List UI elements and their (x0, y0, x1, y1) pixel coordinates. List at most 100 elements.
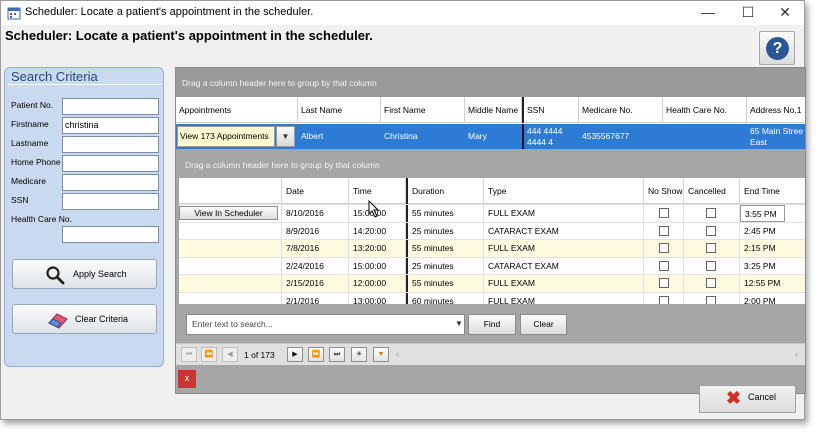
next-page-icon[interactable]: ▶ (287, 347, 303, 362)
cancelled-checkbox[interactable] (706, 225, 716, 236)
column-header-medicare-no[interactable]: Medicare No. (579, 97, 663, 123)
detail-group-by-hint[interactable]: Drag a column header here to group by th… (185, 160, 380, 170)
find-button[interactable]: Find (468, 314, 516, 335)
appointment-row[interactable]: View In Scheduler 8/10/2016 15:00:00 55 … (179, 204, 805, 222)
maximize-button[interactable]: ☐ (731, 1, 765, 25)
previous-page-icon[interactable]: ◀ (222, 347, 238, 362)
column-header-type[interactable]: Type (484, 178, 644, 204)
apply-search-button[interactable]: Apply Search (12, 259, 157, 289)
no-show-checkbox[interactable] (659, 278, 669, 288)
column-header-first-name[interactable]: First Name (381, 97, 465, 123)
end-time-cell: 2:00 PM (744, 295, 776, 305)
medicare-label: Medicare (11, 176, 46, 186)
chevron-down-icon[interactable]: ▼ (276, 126, 295, 147)
action-cell (179, 275, 282, 292)
no-show-checkbox[interactable] (659, 243, 669, 253)
no-show-cell (644, 240, 684, 257)
column-header-date[interactable]: Date (282, 178, 349, 204)
column-header-ssn[interactable]: SSN (522, 97, 579, 123)
home-phone-field[interactable] (62, 155, 159, 172)
first-page-icon[interactable]: ⏮ (181, 347, 197, 362)
duration-cell: 55 minutes (406, 205, 484, 222)
column-header-appointments[interactable]: Appointments (176, 97, 298, 123)
column-header-address[interactable]: Address No.1 (747, 97, 805, 123)
home-phone-label: Home Phone (11, 157, 61, 167)
view-appointments-dropdown[interactable]: View 173 Appointments (177, 126, 275, 147)
end-time-cell: 2:45 PM (744, 225, 776, 236)
health-care-no-field[interactable] (62, 226, 159, 243)
patient-no-label: Patient No. (11, 100, 54, 110)
clear-search-button[interactable]: Clear (520, 314, 567, 335)
next-page-group-icon[interactable]: ⏩ (308, 347, 324, 362)
no-show-checkbox[interactable] (659, 295, 669, 304)
column-header-end-time[interactable]: End Time (740, 178, 805, 204)
pager-bar: ⏮ ⏪ ◀ 1 of 173 ▶ ⏩ ⏭ ✳ ▼ ‹ › (176, 343, 805, 365)
appointment-row[interactable]: 2/1/2016 13:00:00 60 minutes FULL EXAM 2… (179, 291, 805, 305)
cell-middle-name: Mary (468, 131, 487, 141)
cancelled-cell (684, 292, 740, 304)
no-show-checkbox[interactable] (659, 208, 669, 218)
appointment-row[interactable]: 2/24/2016 15:00:00 25 minutes CATARACT E… (179, 256, 805, 275)
chevron-down-icon[interactable]: ▼ (455, 319, 463, 328)
clear-criteria-label: Clear Criteria (75, 314, 129, 324)
cancel-button[interactable]: ✖ Cancel (699, 385, 796, 413)
no-show-checkbox[interactable] (659, 260, 669, 271)
scroll-right-icon[interactable]: › (795, 349, 798, 359)
help-button[interactable]: ? (759, 31, 795, 65)
patient-row-selected[interactable]: View 173 Appointments ▼ Albert Christina… (176, 124, 805, 149)
last-page-icon[interactable]: ⏭ (329, 347, 345, 362)
clear-criteria-button[interactable]: Clear Criteria (12, 304, 157, 334)
time-cell: 13:00:00 (349, 292, 406, 304)
search-input[interactable]: Enter text to search... (186, 314, 465, 335)
view-in-scheduler-button[interactable]: View In Scheduler (179, 206, 278, 220)
search-criteria-panel: Search Criteria Patient No. Firstname ch… (4, 67, 164, 367)
time-cell: 15:00:00 (349, 257, 406, 275)
scroll-left-icon[interactable]: ‹ (396, 349, 399, 359)
date-cell: 8/10/2016 (282, 205, 349, 222)
cancelled-checkbox[interactable] (706, 260, 716, 271)
column-header-health-care-no[interactable]: Health Care No. (663, 97, 747, 123)
scheduler-window: Scheduler: Locate a patient's appointmen… (0, 0, 806, 420)
cancelled-checkbox[interactable] (706, 208, 716, 218)
grid-header: Appointments Last Name First Name Middle… (176, 97, 805, 123)
help-icon: ? (766, 37, 789, 60)
new-record-icon[interactable]: ✳ (351, 347, 367, 362)
patient-no-field[interactable] (62, 98, 159, 115)
appointment-row[interactable]: 8/9/2016 14:20:00 25 minutes CATARACT EX… (179, 221, 805, 240)
cancelled-cell (684, 257, 740, 275)
duration-cell: 55 minutes (406, 275, 484, 292)
date-cell: 2/15/2016 (282, 275, 349, 292)
filter-icon[interactable]: ▼ (373, 347, 389, 362)
cancelled-checkbox[interactable] (706, 243, 716, 253)
medicare-field[interactable] (62, 174, 159, 191)
cancelled-cell (684, 240, 740, 257)
time-cell: 13:20:00 (349, 240, 406, 257)
column-header-duration[interactable]: Duration (406, 178, 484, 204)
ssn-label: SSN (11, 195, 29, 205)
column-header-middle-name[interactable]: Middle Name (465, 97, 522, 123)
cancelled-checkbox[interactable] (706, 295, 716, 304)
column-header-cancelled[interactable]: Cancelled (684, 178, 740, 204)
type-cell: CATARACT EXAM (484, 222, 644, 240)
close-detail-button[interactable]: x (178, 370, 196, 388)
title-bar: Scheduler: Locate a patient's appointmen… (1, 1, 804, 25)
firstname-field[interactable]: christina (62, 117, 159, 134)
previous-page-group-icon[interactable]: ⏪ (201, 347, 217, 362)
lastname-field[interactable] (62, 136, 159, 153)
ssn-field[interactable] (62, 193, 159, 210)
column-header-last-name[interactable]: Last Name (298, 97, 381, 123)
cell-medicare: 4535567677 (582, 131, 630, 141)
appointment-row[interactable]: 2/15/2016 12:00:00 55 minutes FULL EXAM … (179, 274, 805, 292)
close-window-button[interactable]: ✕ (768, 1, 802, 25)
duration-cell: 25 minutes (406, 257, 484, 275)
ssn-line-2: 4444 4 (527, 137, 553, 147)
group-by-panel[interactable]: Drag a column header here to group by th… (176, 68, 805, 97)
minimize-button[interactable]: — (691, 1, 725, 25)
column-header-no-show[interactable]: No Show (644, 178, 684, 204)
date-cell: 2/1/2016 (282, 292, 349, 304)
no-show-checkbox[interactable] (659, 225, 669, 236)
cancelled-checkbox[interactable] (706, 278, 716, 288)
page-title: Scheduler: Locate a patient's appointmen… (5, 28, 373, 43)
appointment-row[interactable]: 7/8/2016 13:20:00 55 minutes FULL EXAM 2… (179, 239, 805, 257)
cell-last-name: Albert (301, 131, 324, 141)
